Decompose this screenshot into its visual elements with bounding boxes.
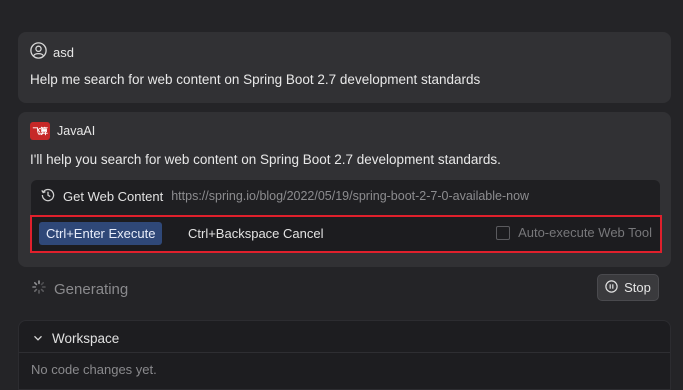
spinner-icon: [32, 280, 46, 298]
auto-execute-label: Auto-execute Web Tool: [518, 225, 652, 240]
pause-icon: [605, 279, 618, 296]
tool-name: Get Web Content: [63, 188, 164, 204]
cancel-button[interactable]: Ctrl+Backspace Cancel: [188, 222, 323, 245]
execute-button[interactable]: Ctrl+Enter Execute: [39, 222, 163, 245]
javaai-logo: 飞算: [30, 122, 50, 140]
user-message-text: Help me search for web content on Spring…: [30, 72, 481, 87]
workspace-divider: [19, 352, 670, 353]
stop-button[interactable]: Stop: [597, 274, 659, 301]
workspace-empty-text: No code changes yet.: [31, 362, 157, 377]
workspace-header[interactable]: Workspace: [33, 329, 119, 347]
user-icon: [30, 42, 47, 62]
ai-name: JavaAI: [57, 124, 96, 138]
tool-action-bar: Ctrl+Enter Execute Ctrl+Backspace Cancel…: [30, 215, 662, 253]
auto-execute-toggle[interactable]: Auto-execute Web Tool: [496, 225, 652, 240]
ai-header: 飞算 JavaAI: [30, 122, 95, 140]
stop-label: Stop: [624, 280, 651, 295]
tool-url[interactable]: https://spring.io/blog/2022/05/19/spring…: [171, 189, 529, 203]
user-header: asd: [30, 42, 74, 62]
user-message-card: asd Help me search for web content on Sp…: [18, 32, 671, 103]
ai-message-text: I'll help you search for web content on …: [30, 152, 501, 167]
chevron-down-icon[interactable]: [33, 331, 43, 346]
auto-execute-checkbox[interactable]: [496, 225, 511, 240]
generating-label: Generating: [54, 280, 129, 298]
generating-status: Generating: [32, 279, 128, 299]
tool-call-header: Get Web Content https://spring.io/blog/2…: [41, 187, 529, 205]
workspace-panel: Workspace No code changes yet.: [18, 320, 671, 390]
username: asd: [53, 44, 74, 60]
history-icon: [41, 188, 55, 205]
workspace-title: Workspace: [52, 330, 120, 346]
